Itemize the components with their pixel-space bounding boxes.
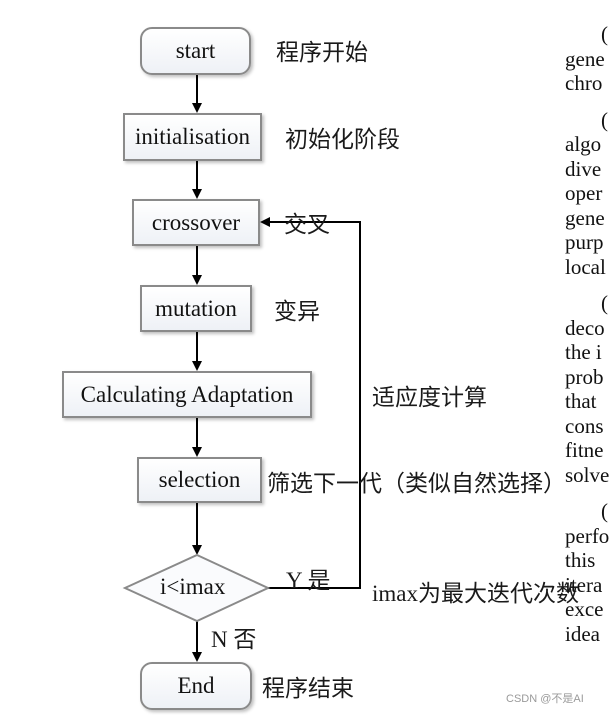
paper-line: idea bbox=[565, 621, 600, 646]
paper-line: purp bbox=[565, 230, 604, 254]
paper-line: prob bbox=[565, 364, 604, 389]
decision-label: i<imax bbox=[160, 574, 226, 599]
paper-line: chro bbox=[565, 71, 603, 95]
paper-line: gene bbox=[565, 46, 605, 71]
paper-line: oper bbox=[565, 181, 603, 205]
calculating-adaptation-note: 适应度计算 bbox=[372, 385, 487, 410]
selection-note: 筛选下一代（类似自然选择） bbox=[267, 471, 566, 496]
decision-note: imax为最大迭代次数 bbox=[372, 581, 579, 606]
mutation-node: mutation bbox=[140, 285, 252, 332]
paper-line: the i bbox=[565, 340, 602, 364]
paper-line: itera bbox=[565, 572, 603, 597]
watermark: CSDN @不是AI bbox=[506, 693, 584, 705]
paper-line: dive bbox=[565, 156, 602, 181]
paper-line: cons bbox=[565, 413, 604, 438]
start-node: start bbox=[140, 27, 251, 75]
paper-line: ( bbox=[601, 22, 608, 46]
paper-line: local bbox=[565, 254, 606, 279]
paper-line: fitne bbox=[565, 438, 604, 462]
no-label: N 否 bbox=[211, 627, 257, 652]
selection-label: selection bbox=[158, 467, 241, 492]
crossover-node: crossover bbox=[132, 199, 260, 246]
end-node: End bbox=[140, 662, 252, 710]
crossover-label: crossover bbox=[151, 209, 241, 235]
paper-line: solve bbox=[565, 462, 610, 487]
start-label: start bbox=[175, 38, 216, 63]
paper-line: ( bbox=[601, 499, 608, 523]
start-note: 程序开始 bbox=[276, 40, 368, 65]
crossover-note: 交叉 bbox=[284, 212, 330, 237]
background-paper-text: ( gene chro ( algo dive oper gene purp l… bbox=[565, 0, 611, 646]
paper-line: this bbox=[565, 548, 596, 572]
initialisation-note: 初始化阶段 bbox=[285, 127, 400, 152]
end-note: 程序结束 bbox=[262, 676, 354, 701]
paper-line: gene bbox=[565, 205, 605, 230]
paper-line: deco bbox=[565, 315, 605, 340]
paper-line: exce bbox=[565, 597, 604, 621]
paper-line: perfo bbox=[565, 523, 610, 548]
paper-line: ( bbox=[601, 107, 608, 132]
initialisation-node: initialisation bbox=[123, 113, 262, 161]
paper-line: algo bbox=[565, 132, 602, 156]
end-label: End bbox=[177, 673, 215, 698]
paper-line: ( bbox=[601, 291, 608, 315]
selection-node: selection bbox=[137, 457, 262, 503]
yes-label: Y 是 bbox=[286, 568, 331, 593]
calculating-adaptation-label: Calculating Adaptation bbox=[80, 381, 294, 407]
mutation-label: mutation bbox=[155, 295, 237, 321]
calculating-adaptation-node: Calculating Adaptation bbox=[62, 371, 312, 418]
paper-line: that bbox=[565, 389, 597, 413]
mutation-note: 变异 bbox=[274, 299, 320, 324]
initialisation-label: initialisation bbox=[135, 124, 250, 149]
